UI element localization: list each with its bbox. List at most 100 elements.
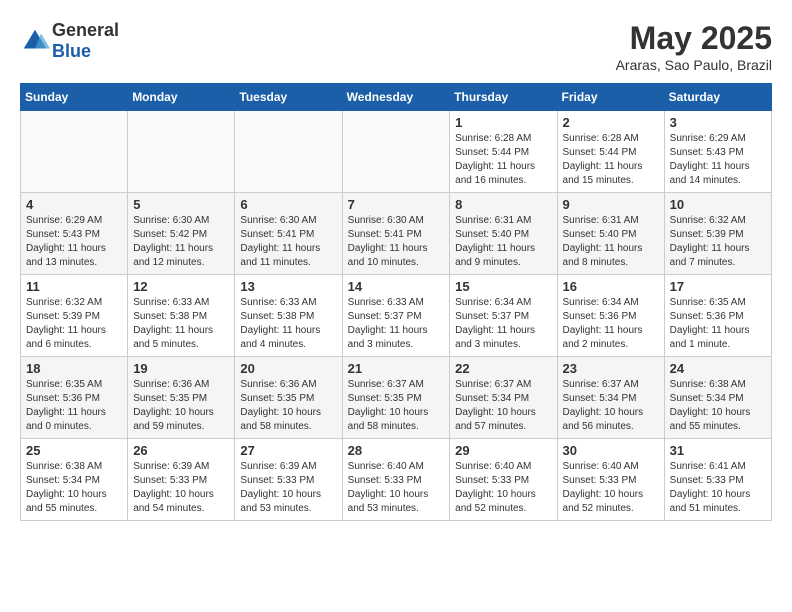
day-number: 21 [348,361,445,376]
calendar-cell: 28 Sunrise: 6:40 AM Sunset: 5:33 PM Dayli… [342,439,450,521]
day-of-week-header: Monday [128,84,235,111]
day-info: Sunrise: 6:32 AM Sunset: 5:39 PM Dayligh… [670,214,766,270]
calendar-cell: 18 Sunrise: 6:35 AM Sunset: 5:36 PM Dayli… [21,357,128,439]
calendar-cell: 12 Sunrise: 6:33 AM Sunset: 5:38 PM Dayli… [128,275,235,357]
day-info: Sunrise: 6:37 AM Sunset: 5:35 PM Dayligh… [348,378,445,434]
calendar-week-row: 1Sunrise: 6:28 AM Sunset: 5:44 PM Daylig… [21,111,772,193]
logo-blue-text: Blue [52,41,91,61]
day-of-week-header: Tuesday [235,84,342,111]
calendar-cell: 27 Sunrise: 6:39 AM Sunset: 5:33 PM Dayli… [235,439,342,521]
day-info: Sunrise: 6:29 AM Sunset: 5:43 PM Dayligh… [26,214,122,270]
day-info: Sunrise: 6:40 AM Sunset: 5:33 PM Dayligh… [563,460,659,516]
calendar-cell: 3Sunrise: 6:29 AM Sunset: 5:43 PM Daylig… [664,111,771,193]
calendar-cell: 10Sunrise: 6:32 AM Sunset: 5:39 PM Dayli… [664,193,771,275]
calendar-cell: 9 Sunrise: 6:31 AM Sunset: 5:40 PM Daylig… [557,193,664,275]
calendar-cell: 20Sunrise: 6:36 AM Sunset: 5:35 PM Dayli… [235,357,342,439]
day-of-week-header: Saturday [664,84,771,111]
day-info: Sunrise: 6:36 AM Sunset: 5:35 PM Dayligh… [133,378,229,434]
calendar-cell: 17Sunrise: 6:35 AM Sunset: 5:36 PM Dayli… [664,275,771,357]
calendar-cell: 22 Sunrise: 6:37 AM Sunset: 5:34 PM Dayli… [450,357,557,439]
day-of-week-header: Wednesday [342,84,450,111]
calendar-cell: 30 Sunrise: 6:40 AM Sunset: 5:33 PM Dayli… [557,439,664,521]
calendar-week-row: 4 Sunrise: 6:29 AM Sunset: 5:43 PM Daylig… [21,193,772,275]
day-info: Sunrise: 6:35 AM Sunset: 5:36 PM Dayligh… [26,378,122,434]
day-number: 22 [455,361,551,376]
calendar-cell: 14Sunrise: 6:33 AM Sunset: 5:37 PM Dayli… [342,275,450,357]
calendar-cell [235,111,342,193]
calendar-cell: 15 Sunrise: 6:34 AM Sunset: 5:37 PM Dayli… [450,275,557,357]
day-number: 27 [240,443,336,458]
calendar-week-row: 25Sunrise: 6:38 AM Sunset: 5:34 PM Dayli… [21,439,772,521]
calendar-cell: 26 Sunrise: 6:39 AM Sunset: 5:33 PM Dayli… [128,439,235,521]
calendar-cell: 11 Sunrise: 6:32 AM Sunset: 5:39 PM Dayli… [21,275,128,357]
day-number: 24 [670,361,766,376]
calendar-cell: 8Sunrise: 6:31 AM Sunset: 5:40 PM Daylig… [450,193,557,275]
day-info: Sunrise: 6:31 AM Sunset: 5:40 PM Dayligh… [563,214,659,270]
day-info: Sunrise: 6:33 AM Sunset: 5:38 PM Dayligh… [133,296,229,352]
day-number: 30 [563,443,659,458]
calendar-week-row: 18 Sunrise: 6:35 AM Sunset: 5:36 PM Dayli… [21,357,772,439]
day-number: 2 [563,115,659,130]
day-number: 4 [26,197,122,212]
day-of-week-header: Friday [557,84,664,111]
day-number: 6 [240,197,336,212]
day-number: 28 [348,443,445,458]
day-number: 26 [133,443,229,458]
day-info: Sunrise: 6:32 AM Sunset: 5:39 PM Dayligh… [26,296,122,352]
day-number: 12 [133,279,229,294]
day-info: Sunrise: 6:39 AM Sunset: 5:33 PM Dayligh… [240,460,336,516]
day-of-week-header: Thursday [450,84,557,111]
day-info: Sunrise: 6:36 AM Sunset: 5:35 PM Dayligh… [240,378,336,434]
calendar-cell: 24 Sunrise: 6:38 AM Sunset: 5:34 PM Dayli… [664,357,771,439]
calendar-week-row: 11 Sunrise: 6:32 AM Sunset: 5:39 PM Dayli… [21,275,772,357]
calendar-cell: 25Sunrise: 6:38 AM Sunset: 5:34 PM Dayli… [21,439,128,521]
calendar-cell [21,111,128,193]
calendar-cell: 29 Sunrise: 6:40 AM Sunset: 5:33 PM Dayli… [450,439,557,521]
day-number: 29 [455,443,551,458]
calendar-cell: 31 Sunrise: 6:41 AM Sunset: 5:33 PM Dayli… [664,439,771,521]
day-info: Sunrise: 6:40 AM Sunset: 5:33 PM Dayligh… [455,460,551,516]
day-number: 7 [348,197,445,212]
day-info: Sunrise: 6:29 AM Sunset: 5:43 PM Dayligh… [670,132,766,188]
day-info: Sunrise: 6:34 AM Sunset: 5:37 PM Dayligh… [455,296,551,352]
day-number: 15 [455,279,551,294]
calendar-cell: 2 Sunrise: 6:28 AM Sunset: 5:44 PM Daylig… [557,111,664,193]
logo-icon [20,26,50,56]
day-number: 25 [26,443,122,458]
day-info: Sunrise: 6:39 AM Sunset: 5:33 PM Dayligh… [133,460,229,516]
day-info: Sunrise: 6:31 AM Sunset: 5:40 PM Dayligh… [455,214,551,270]
day-number: 17 [670,279,766,294]
calendar-cell: 5 Sunrise: 6:30 AM Sunset: 5:42 PM Daylig… [128,193,235,275]
day-number: 23 [563,361,659,376]
day-info: Sunrise: 6:30 AM Sunset: 5:42 PM Dayligh… [133,214,229,270]
calendar-cell: 23Sunrise: 6:37 AM Sunset: 5:34 PM Dayli… [557,357,664,439]
day-number: 14 [348,279,445,294]
logo-general-text: General [52,20,119,40]
calendar-table: SundayMondayTuesdayWednesdayThursdayFrid… [20,83,772,521]
day-info: Sunrise: 6:41 AM Sunset: 5:33 PM Dayligh… [670,460,766,516]
logo: General Blue [20,20,119,62]
day-info: Sunrise: 6:30 AM Sunset: 5:41 PM Dayligh… [348,214,445,270]
page-header: General Blue May 2025 Araras, Sao Paulo,… [20,20,772,73]
day-number: 16 [563,279,659,294]
day-info: Sunrise: 6:38 AM Sunset: 5:34 PM Dayligh… [670,378,766,434]
location-title: Araras, Sao Paulo, Brazil [616,57,772,73]
calendar-cell: 7 Sunrise: 6:30 AM Sunset: 5:41 PM Daylig… [342,193,450,275]
calendar-cell: 16Sunrise: 6:34 AM Sunset: 5:36 PM Dayli… [557,275,664,357]
day-info: Sunrise: 6:37 AM Sunset: 5:34 PM Dayligh… [455,378,551,434]
calendar-cell: 1Sunrise: 6:28 AM Sunset: 5:44 PM Daylig… [450,111,557,193]
calendar-cell: 4 Sunrise: 6:29 AM Sunset: 5:43 PM Daylig… [21,193,128,275]
day-number: 9 [563,197,659,212]
day-number: 5 [133,197,229,212]
day-number: 18 [26,361,122,376]
day-number: 19 [133,361,229,376]
day-info: Sunrise: 6:40 AM Sunset: 5:33 PM Dayligh… [348,460,445,516]
day-info: Sunrise: 6:28 AM Sunset: 5:44 PM Dayligh… [563,132,659,188]
calendar-cell: 6 Sunrise: 6:30 AM Sunset: 5:41 PM Daylig… [235,193,342,275]
day-number: 31 [670,443,766,458]
day-info: Sunrise: 6:30 AM Sunset: 5:41 PM Dayligh… [240,214,336,270]
calendar-cell: 21 Sunrise: 6:37 AM Sunset: 5:35 PM Dayli… [342,357,450,439]
day-info: Sunrise: 6:33 AM Sunset: 5:38 PM Dayligh… [240,296,336,352]
calendar-cell [342,111,450,193]
day-number: 11 [26,279,122,294]
